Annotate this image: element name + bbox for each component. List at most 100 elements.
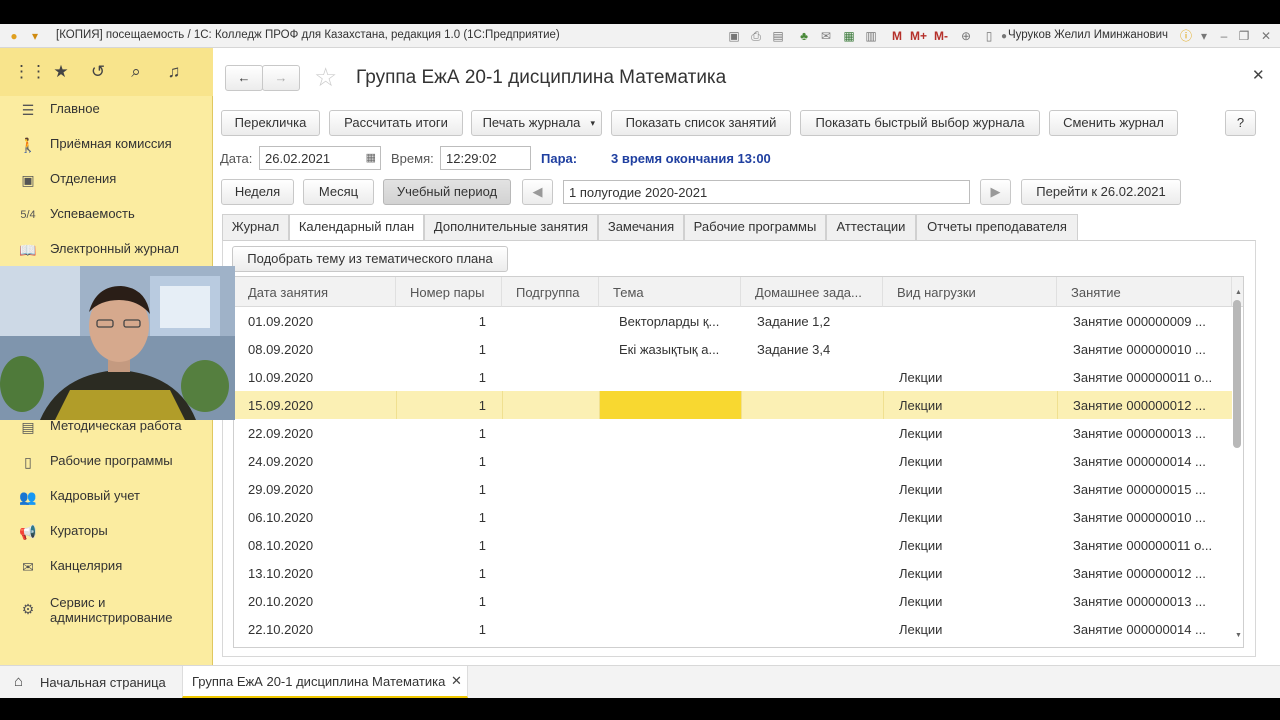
table-row[interactable]: 06.10.2020 1 Лекции Занятие 000000010 ... (234, 503, 1232, 531)
table-cell[interactable] (619, 531, 737, 559)
period-next-button[interactable]: ▶ (980, 179, 1011, 205)
table-row[interactable]: 22.09.2020 1 Лекции Занятие 000000013 ... (234, 419, 1232, 447)
calculate-totals-button[interactable]: Рассчитать итоги (329, 110, 463, 136)
table-row[interactable]: 13.10.2020 1 Лекции Занятие 000000012 ... (234, 559, 1232, 587)
table-cell[interactable]: 08.10.2020 (248, 531, 388, 559)
table-cell[interactable] (757, 447, 877, 475)
table-cell[interactable]: Лекции (899, 587, 1049, 615)
table-cell[interactable] (619, 391, 737, 419)
table-cell[interactable] (619, 475, 737, 503)
table-cell[interactable]: 1 (396, 307, 486, 335)
table-cell[interactable] (502, 531, 592, 559)
form-close-icon[interactable]: ✕ (1252, 66, 1265, 84)
table-cell[interactable] (502, 363, 592, 391)
link-icon[interactable]: ♣ (796, 28, 812, 44)
goto-date-button[interactable]: Перейти к 26.02.2021 (1021, 179, 1181, 205)
table-cell[interactable]: 1 (396, 475, 486, 503)
calculator-icon[interactable]: ▦ (841, 28, 857, 44)
table-cell[interactable]: 1 (396, 363, 486, 391)
table-cell[interactable]: Занятие 000000012 ... (1073, 391, 1231, 419)
table-cell[interactable]: 06.10.2020 (248, 503, 388, 531)
table-cell[interactable] (757, 587, 877, 615)
table-cell[interactable]: 1 (396, 447, 486, 475)
table-cell[interactable]: 22.09.2020 (248, 419, 388, 447)
table-cell[interactable]: 1 (396, 503, 486, 531)
info-dropdown-icon[interactable]: ▾ (1196, 28, 1212, 44)
sidebar-item-admissions[interactable]: 🚶 Приёмная комиссия (0, 127, 213, 162)
table-cell[interactable]: 15.09.2020 (248, 391, 388, 419)
table-row[interactable]: 08.09.2020 1 Екі жазықтық а... Задание 3,4 З… (234, 335, 1232, 363)
tab-calendar-plan[interactable]: Календарный план (289, 214, 424, 241)
table-cell[interactable] (619, 615, 737, 643)
table-cell[interactable] (757, 391, 877, 419)
academic-period-button[interactable]: Учебный период (383, 179, 511, 205)
table-cell[interactable] (619, 419, 737, 447)
favorite-star-icon[interactable]: ☆ (314, 62, 337, 93)
sidebar-item-programs[interactable]: ▯ Рабочие программы (0, 444, 213, 479)
table-cell[interactable]: Лекции (899, 447, 1049, 475)
save-icon[interactable]: ▣ (726, 28, 742, 44)
tab-work-programs[interactable]: Рабочие программы (684, 214, 826, 240)
table-cell[interactable] (757, 559, 877, 587)
column-header-theme[interactable]: Тема (599, 277, 741, 307)
user-name[interactable]: Чуруков Желил Иминжанович (1008, 29, 1168, 41)
table-row[interactable]: 08.10.2020 1 Лекции Занятие 000000011 о... (234, 531, 1232, 559)
column-header-pair[interactable]: Номер пары (396, 277, 502, 307)
mail-icon[interactable]: ✉ (818, 28, 834, 44)
table-cell[interactable]: 1 (396, 559, 486, 587)
favorites-star-icon[interactable]: ★ (51, 62, 71, 82)
date-field[interactable]: 26.02.2021 ▦ (259, 146, 381, 170)
table-cell[interactable]: Екі жазықтық а... (619, 335, 737, 363)
table-cell[interactable]: Лекции (899, 559, 1049, 587)
table-cell[interactable]: 1 (396, 531, 486, 559)
table-cell[interactable]: Занятие 000000010 ... (1073, 503, 1231, 531)
table-cell[interactable]: Занятие 000000014 ... (1073, 447, 1231, 475)
table-row[interactable]: 29.09.2020 1 Лекции Занятие 000000015 ... (234, 475, 1232, 503)
column-header-date[interactable]: Дата занятия (234, 277, 396, 307)
table-cell[interactable]: 1 (396, 391, 486, 419)
table-row[interactable]: 24.09.2020 1 Лекции Занятие 000000014 ... (234, 447, 1232, 475)
table-cell[interactable] (757, 531, 877, 559)
table-cell[interactable]: 20.10.2020 (248, 587, 388, 615)
table-cell[interactable]: 10.09.2020 (248, 363, 388, 391)
table-cell[interactable]: 1 (396, 335, 486, 363)
open-form-tab[interactable]: Группа ЕжА 20-1 дисциплина Математика ✕ (182, 666, 468, 698)
scroll-down-icon[interactable]: ▼ (1235, 632, 1242, 639)
tab-attestations[interactable]: Аттестации (826, 214, 916, 240)
month-button[interactable]: Месяц (303, 179, 374, 205)
sidebar-item-office[interactable]: ✉ Канцелярия (0, 549, 213, 584)
table-cell[interactable]: Занятие 000000015 ... (1073, 475, 1231, 503)
app-menu-icon[interactable]: ▾ (27, 28, 43, 44)
info-icon[interactable]: ⓘ (1178, 28, 1194, 44)
table-cell[interactable]: 1 (396, 615, 486, 643)
search-icon[interactable]: ⌕ (126, 62, 146, 82)
table-cell[interactable]: 13.10.2020 (248, 559, 388, 587)
table-cell[interactable] (502, 419, 592, 447)
table-cell[interactable]: Задание 3,4 (757, 335, 877, 363)
table-cell[interactable] (757, 475, 877, 503)
calendar-icon[interactable]: ▥ (863, 28, 879, 44)
table-cell[interactable] (619, 363, 737, 391)
table-cell[interactable] (619, 559, 737, 587)
tab-additional-lessons[interactable]: Дополнительные занятия (424, 214, 598, 240)
notifications-bell-icon[interactable]: ♫ (164, 62, 184, 82)
table-cell[interactable]: Векторларды қ... (619, 307, 737, 335)
table-cell[interactable] (502, 391, 592, 419)
restore-icon[interactable]: ❐ (1236, 28, 1252, 44)
quick-journal-select-button[interactable]: Показать быстрый выбор журнала (800, 110, 1040, 136)
sidebar-item-ejournal[interactable]: 📖 Электронный журнал (0, 232, 213, 267)
forward-button[interactable]: → (262, 65, 300, 91)
table-cell[interactable] (502, 335, 592, 363)
table-cell[interactable] (619, 503, 737, 531)
preview-icon[interactable]: ▤ (770, 28, 786, 44)
table-cell[interactable]: Лекции (899, 419, 1049, 447)
column-header-lesson[interactable]: Занятие (1057, 277, 1232, 307)
table-cell[interactable]: Лекции (899, 363, 1049, 391)
table-cell[interactable] (502, 559, 592, 587)
memory-button[interactable]: M (892, 29, 902, 43)
table-cell[interactable]: 1 (396, 587, 486, 615)
table-cell[interactable]: Занятие 000000011 о... (1073, 531, 1231, 559)
table-cell[interactable] (619, 587, 737, 615)
table-cell[interactable]: 22.10.2020 (248, 615, 388, 643)
calendar-picker-icon[interactable]: ▦ (366, 151, 376, 164)
